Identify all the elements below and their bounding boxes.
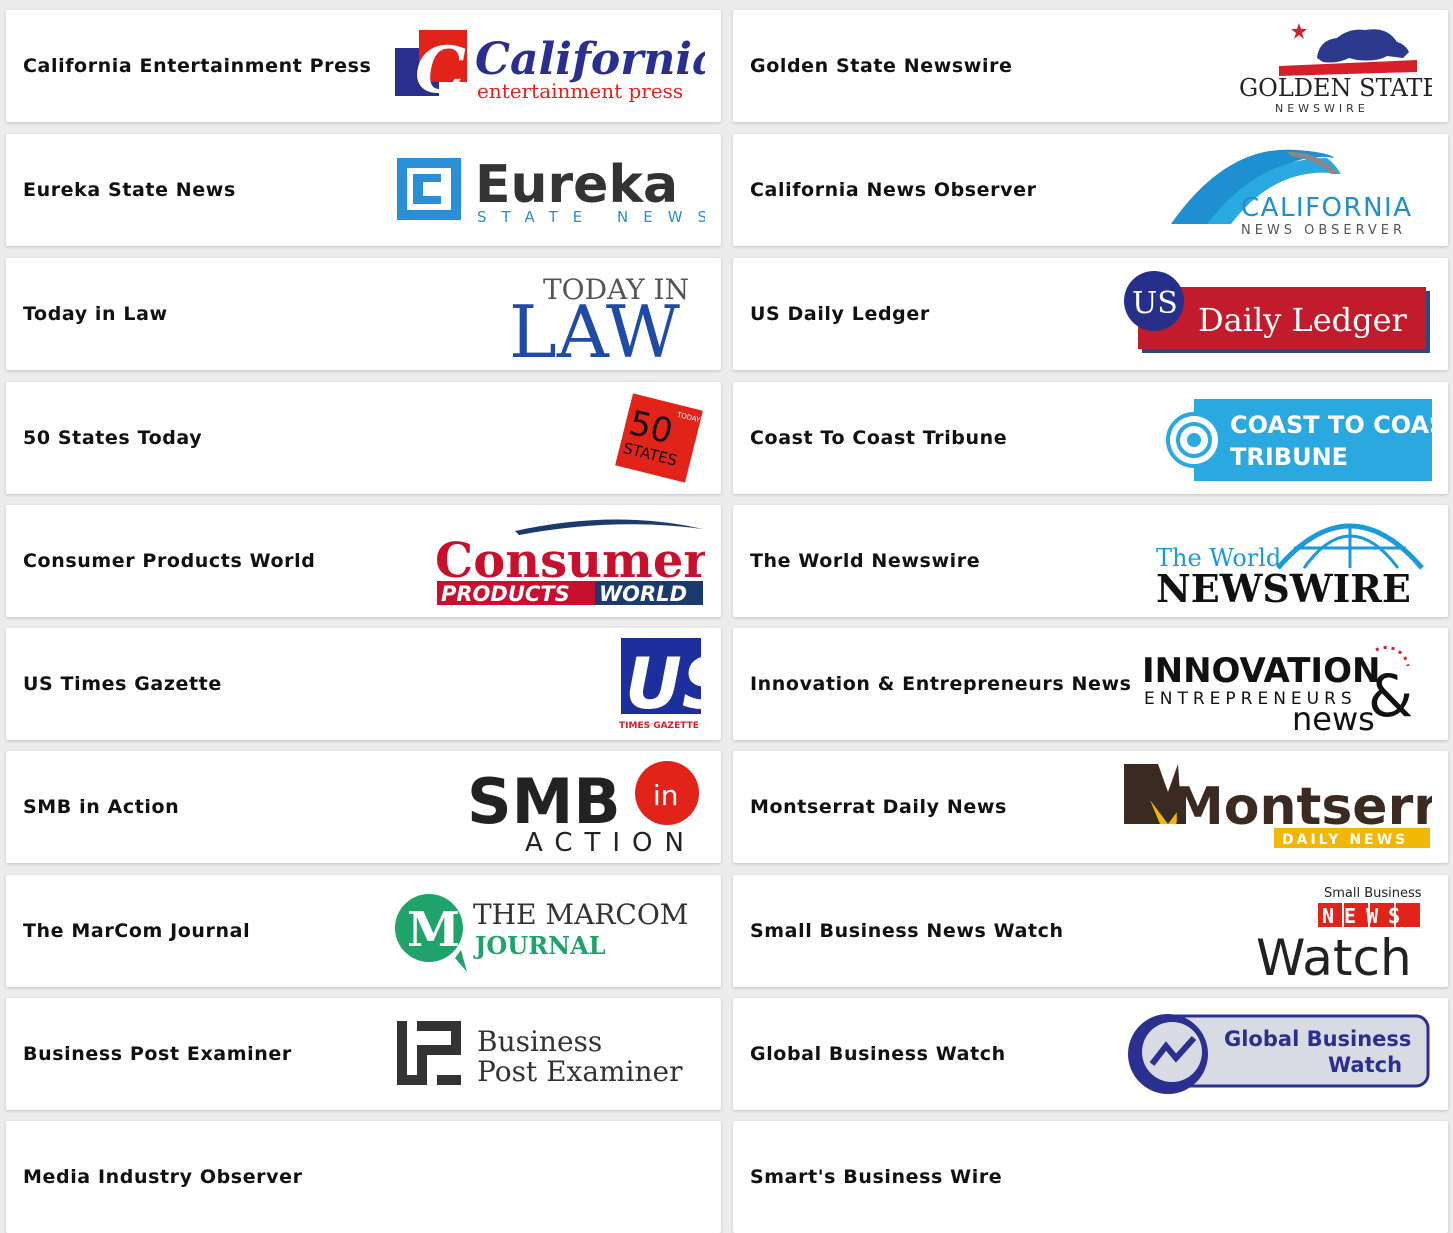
- publication-name: Consumer Products World: [23, 550, 316, 572]
- svg-text:&: &: [1368, 662, 1413, 730]
- svg-text:Watch: Watch: [1328, 1053, 1402, 1077]
- svg-text:TIMES GAZETTE: TIMES GAZETTE: [619, 721, 699, 731]
- svg-text:ACTION: ACTION: [525, 828, 696, 855]
- small-business-news-watch-logo: Small Business NEWS Watch: [1254, 883, 1432, 979]
- publication-name: Business Post Examiner: [23, 1043, 292, 1065]
- svg-text:INNOVATION: INNOVATION: [1142, 651, 1380, 691]
- publication-name: 50 States Today: [23, 427, 203, 449]
- publication-card[interactable]: Innovation & Entrepreneurs News INNOVATI…: [733, 628, 1448, 740]
- svg-text:Eureka: Eureka: [475, 155, 678, 215]
- publication-name: US Times Gazette: [23, 673, 222, 695]
- publication-name: Golden State Newswire: [750, 55, 1013, 77]
- svg-text:NEWS OBSERVER: NEWS OBSERVER: [1241, 223, 1406, 236]
- svg-text:DAILY NEWS: DAILY NEWS: [1282, 832, 1408, 848]
- publication-name: California News Observer: [750, 179, 1037, 201]
- svg-text:C: C: [415, 33, 466, 106]
- global-business-watch-logo: Global Business Watch: [1122, 1006, 1432, 1102]
- publication-card[interactable]: Small Business News Watch Small Business…: [733, 875, 1448, 987]
- publication-card[interactable]: Eureka State News Eureka STATE NEWS: [6, 134, 721, 246]
- california-news-observer-logo: CALIFORNIA NEWS OBSERVER: [1167, 142, 1432, 238]
- us-times-gazette-logo: US TIMES GAZETTE: [619, 636, 705, 732]
- publication-name: Smart's Business Wire: [750, 1166, 1003, 1188]
- publication-name: Montserrat Daily News: [750, 796, 1007, 818]
- publication-name: US Daily Ledger: [750, 303, 930, 325]
- publication-name: The World Newswire: [750, 550, 981, 572]
- svg-text:Global Business: Global Business: [1224, 1027, 1411, 1051]
- publication-card[interactable]: SMB in Action SMB in ACTION: [6, 751, 721, 863]
- publication-card[interactable]: Golden State Newswire GOLDEN STATE NEWSW…: [733, 10, 1448, 122]
- svg-text:Small Business: Small Business: [1324, 886, 1422, 901]
- publication-card[interactable]: Today in Law TODAY IN LAW: [6, 258, 721, 370]
- publication-card[interactable]: Montserrat Daily News Montserrat DAILY N…: [733, 751, 1448, 863]
- golden-state-newswire-logo: GOLDEN STATE NEWSWIRE: [1237, 18, 1432, 114]
- publication-name: Global Business Watch: [750, 1043, 1006, 1065]
- svg-text:TRIBUNE: TRIBUNE: [1230, 443, 1348, 471]
- publication-card[interactable]: California News Observer CALIFORNIA NEWS…: [733, 134, 1448, 246]
- svg-text:entertainment press: entertainment press: [477, 79, 683, 103]
- svg-text:NEWSWIRE: NEWSWIRE: [1156, 566, 1411, 608]
- publication-card[interactable]: US Daily Ledger US Daily Ledger: [733, 258, 1448, 370]
- publication-name: The MarCom Journal: [23, 920, 251, 942]
- svg-text:NEWS: NEWS: [1322, 904, 1410, 928]
- svg-text:COAST TO COAST: COAST TO COAST: [1230, 411, 1432, 439]
- svg-text:STATE NEWS: STATE NEWS: [477, 208, 705, 226]
- publication-card[interactable]: Smart's Business Wire: [733, 1121, 1448, 1233]
- coast-to-coast-tribune-logo: COAST TO COAST TRIBUNE: [1164, 390, 1432, 486]
- publication-card[interactable]: The World Newswire The World NEWSWIRE: [733, 505, 1448, 617]
- publication-card[interactable]: US Times Gazette US TIMES GAZETTE: [6, 628, 721, 740]
- 50-states-today-logo: 50 STATES TODAY: [613, 390, 705, 486]
- svg-text:M: M: [407, 902, 460, 958]
- svg-text:US: US: [1132, 286, 1178, 321]
- publication-card[interactable]: 50 States Today 50 STATES TODAY: [6, 382, 721, 494]
- svg-text:news: news: [1292, 700, 1375, 732]
- publication-name: Eureka State News: [23, 179, 236, 201]
- svg-text:JOURNAL: JOURNAL: [473, 931, 606, 960]
- publication-card[interactable]: Global Business Watch Global Business Wa…: [733, 998, 1448, 1110]
- publication-card[interactable]: California Entertainment Press C Califor…: [6, 10, 721, 122]
- svg-text:THE MARCOM: THE MARCOM: [473, 898, 688, 931]
- publication-card[interactable]: Business Post Examiner Business Post Exa…: [6, 998, 721, 1110]
- consumer-products-world-logo: Consumer PRODUCTS WORLD: [435, 513, 705, 609]
- svg-text:PRODUCTS: PRODUCTS: [441, 582, 570, 606]
- publication-card[interactable]: The MarCom Journal M THE MARCOM JOURNAL: [6, 875, 721, 987]
- svg-text:CALIFORNIA: CALIFORNIA: [1241, 193, 1412, 223]
- innovation-entrepreneurs-news-logo: INNOVATION ENTREPRENEURS news &: [1142, 636, 1432, 732]
- publication-name: Small Business News Watch: [750, 920, 1064, 942]
- svg-text:Watch: Watch: [1256, 929, 1412, 979]
- today-in-law-logo: TODAY IN LAW: [509, 266, 705, 362]
- montserrat-daily-news-logo: Montserrat DAILY NEWS: [1122, 759, 1432, 855]
- svg-text:NEWSWIRE: NEWSWIRE: [1275, 102, 1369, 114]
- eureka-state-news-logo: Eureka STATE NEWS: [395, 142, 705, 238]
- publication-name: SMB in Action: [23, 796, 180, 818]
- svg-text:US: US: [625, 643, 705, 725]
- us-daily-ledger-logo: US Daily Ledger: [1122, 266, 1432, 362]
- svg-text:Post Examiner: Post Examiner: [477, 1055, 683, 1088]
- svg-text:in: in: [653, 779, 679, 812]
- svg-text:Business: Business: [477, 1025, 602, 1058]
- svg-text:Daily Ledger: Daily Ledger: [1198, 301, 1408, 339]
- publication-grid: California Entertainment Press C Califor…: [0, 0, 1453, 1233]
- svg-text:GOLDEN STATE: GOLDEN STATE: [1239, 74, 1432, 102]
- publication-name: Innovation & Entrepreneurs News: [750, 673, 1132, 695]
- publication-name: California Entertainment Press: [23, 55, 372, 77]
- publication-card[interactable]: Consumer Products World Consumer PRODUCT…: [6, 505, 721, 617]
- publication-card[interactable]: Media Industry Observer: [6, 1121, 721, 1233]
- publication-card[interactable]: Coast To Coast Tribune COAST TO COAST TR…: [733, 382, 1448, 494]
- svg-text:California: California: [475, 34, 705, 85]
- publication-name: Media Industry Observer: [23, 1166, 303, 1188]
- publication-name: Coast To Coast Tribune: [750, 427, 1008, 449]
- smb-in-action-logo: SMB in ACTION: [467, 759, 705, 855]
- publication-name: Today in Law: [23, 303, 168, 325]
- svg-text:Consumer: Consumer: [435, 533, 705, 589]
- the-world-newswire-logo: The World NEWSWIRE: [1154, 513, 1432, 609]
- svg-text:WORLD: WORLD: [599, 582, 687, 606]
- business-post-examiner-logo: Business Post Examiner: [395, 1006, 705, 1102]
- svg-text:LAW: LAW: [509, 290, 680, 361]
- california-entertainment-press-logo: C California entertainment press: [395, 18, 705, 114]
- marcom-journal-logo: M THE MARCOM JOURNAL: [395, 883, 705, 979]
